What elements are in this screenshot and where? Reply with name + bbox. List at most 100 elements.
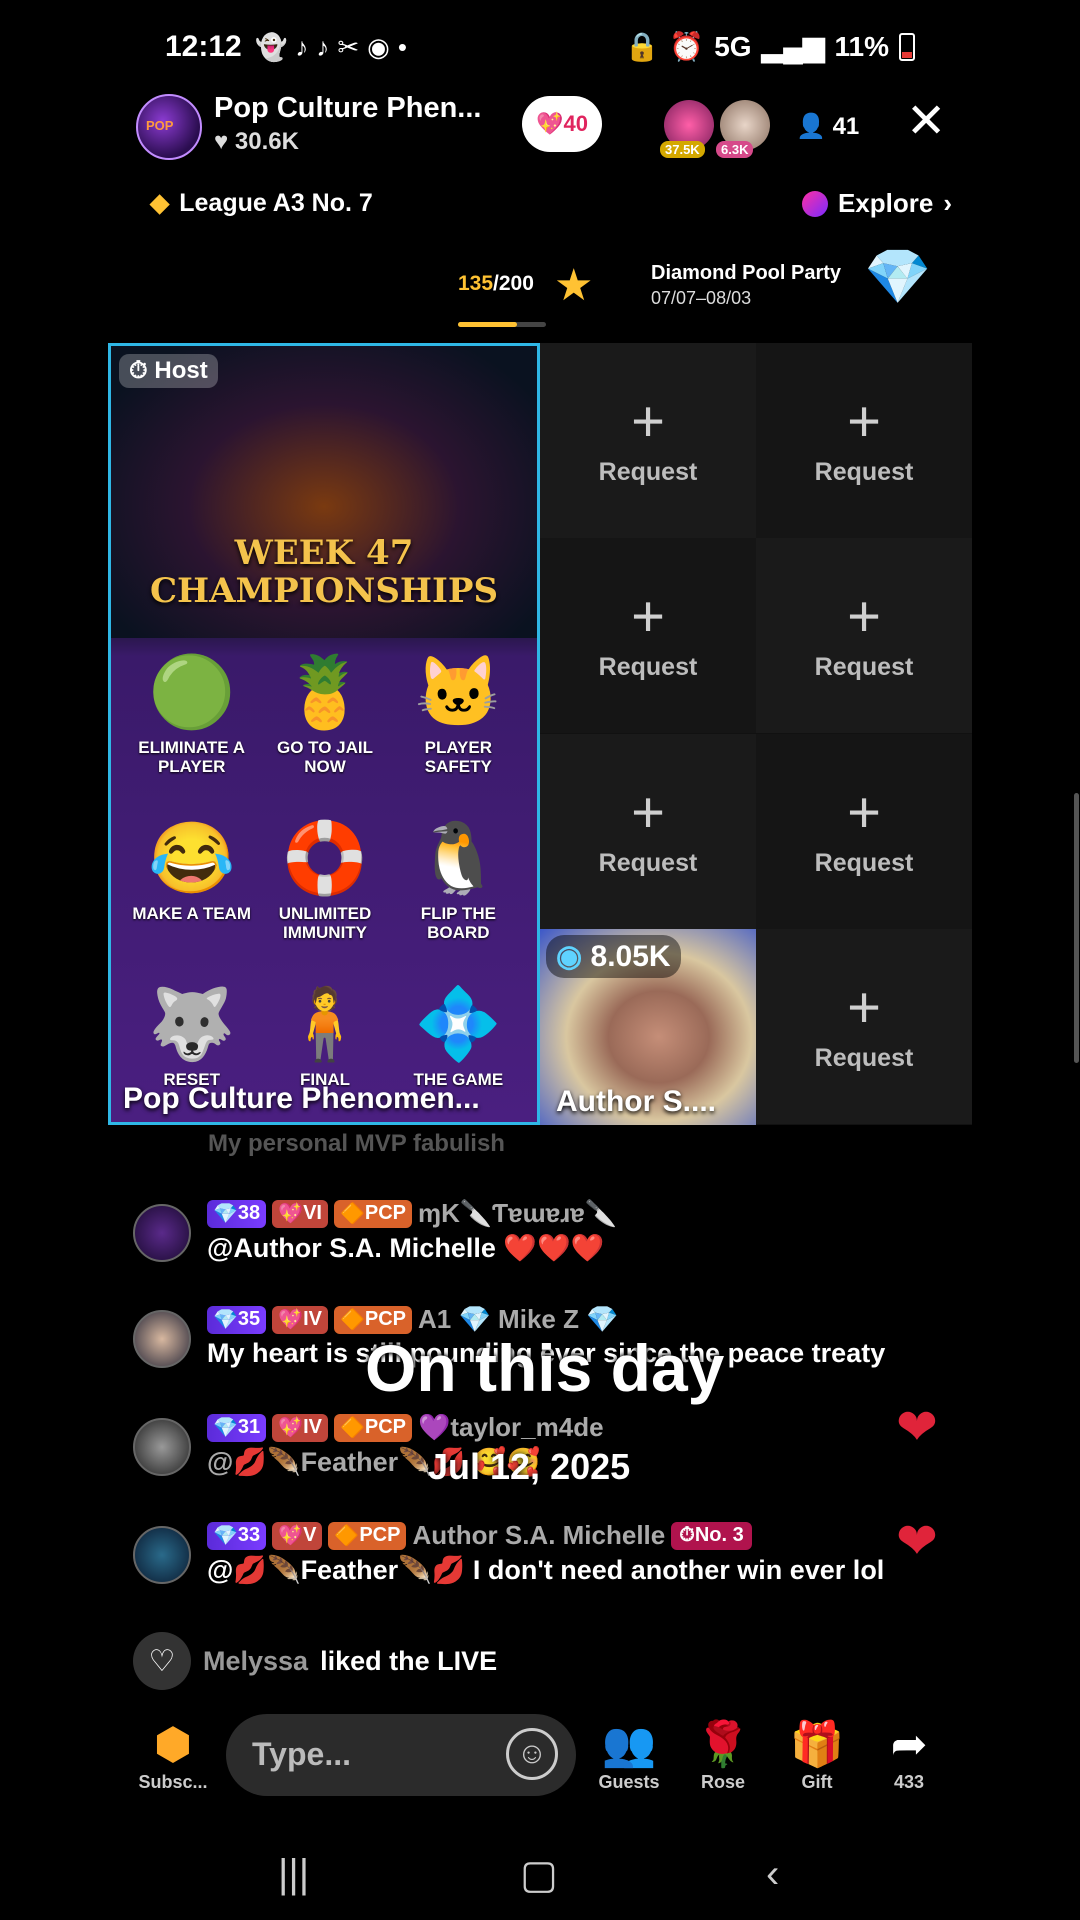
guest-tile[interactable]: ◉ 8.05K Author S.... (540, 929, 756, 1125)
request-label: Request (814, 1044, 914, 1072)
chat-avatar[interactable] (133, 1204, 191, 1262)
request-slot[interactable]: + Request (756, 343, 972, 538)
level-value: 38 (237, 1202, 261, 1224)
host-avatar[interactable]: POP (136, 94, 202, 160)
follow-button[interactable]: 💖 40 (522, 96, 602, 152)
progress-current: 135 (458, 272, 494, 295)
rank-badge: 💖 IV (272, 1413, 328, 1442)
share-count: 433 (893, 1772, 925, 1792)
request-label: Request (598, 849, 698, 877)
diamond-icon: ◆ (150, 189, 170, 217)
pineapple-icon: 🍍 (281, 653, 369, 731)
guests-button[interactable]: 👥 Guests (584, 1720, 674, 1793)
status-bar: 12:12 👻 ♪ ♪ ✂ ◉ • 🔒 ⏰ 5G ▂▄▆ 11% (0, 0, 1080, 96)
top-viewer-avatar[interactable]: 37.5K (660, 100, 714, 158)
comment-input[interactable]: Type... ☺ (226, 1714, 576, 1796)
goal-progress[interactable]: 135/200 (458, 272, 534, 296)
alarm-icon: ⏰ (669, 31, 705, 62)
chat-username[interactable]: ɱK🔪Ƭɐɯɐɹɐ🔪 (418, 1198, 617, 1229)
host-tile-name: Pop Culture Phenomen... (123, 1082, 480, 1115)
plus-icon: + (631, 780, 665, 845)
request-label: Request (598, 458, 698, 486)
level-badge: 💎 31 (207, 1413, 267, 1442)
emoji-icon[interactable]: ☺ (506, 1728, 558, 1780)
system-nav-bar: ||| ▢ ‹ (0, 1830, 1080, 1920)
plus-icon: + (847, 975, 881, 1040)
close-icon[interactable]: ✕ (906, 98, 946, 146)
host-tag-label: Host (154, 357, 208, 384)
battery-label: 11% (834, 30, 890, 62)
request-label: Request (814, 653, 914, 681)
explore-orb-icon (801, 190, 828, 217)
chat-badges: 💎 31 💖 IV 🔶 PCP 💜taylor_m4de (207, 1412, 604, 1443)
request-label: Request (814, 458, 914, 486)
subscribe-label: Subsc... (138, 1772, 208, 1792)
gift-button[interactable]: 🎁 Gift (772, 1720, 862, 1793)
memory-overlay-title: On this day (365, 1331, 725, 1405)
chat-avatar[interactable] (133, 1310, 191, 1368)
club-badge: 🔶 PCP (333, 1413, 412, 1442)
level-value: 33 (237, 1524, 261, 1546)
crystals-icon: 💠 (414, 985, 502, 1063)
subscribe-button[interactable]: ⬢ Subsc... (128, 1720, 218, 1793)
liked-text: liked the LIVE (320, 1645, 498, 1676)
request-slot[interactable]: + Request (756, 929, 972, 1124)
chat-username[interactable]: 💜taylor_m4de (418, 1412, 604, 1443)
grid-scrollbar[interactable] (1074, 793, 1079, 1063)
green-jelly-icon: 🟢 (148, 653, 236, 731)
request-slot[interactable]: + Request (756, 734, 972, 929)
top-viewer-avatar[interactable]: 6.3K (716, 100, 770, 158)
chat-username[interactable]: Author S.A. Michelle (412, 1520, 665, 1551)
club-badge: 🔶 PCP (333, 1199, 412, 1228)
plus-icon: + (847, 780, 881, 845)
laughing-faces-icon: 😂 (148, 819, 236, 897)
system-icons: 🔒 ⏰ 5G ▂▄▆ 11% (624, 30, 915, 63)
home-icon[interactable]: ▢ (520, 1852, 558, 1898)
request-slot[interactable]: + Request (540, 538, 756, 733)
explore-button[interactable]: Explore › (801, 188, 952, 219)
card-label: PLAYER SAFETY (424, 738, 493, 776)
league-badge[interactable]: ◆ League A3 No. 7 (150, 188, 373, 218)
back-icon[interactable]: ‹ (766, 1852, 779, 1897)
club-value: PCP (364, 1416, 406, 1438)
clock: 12:12 (165, 30, 242, 63)
progress-total: /200 (493, 272, 534, 295)
recent-apps-icon[interactable]: ||| (278, 1852, 309, 1897)
star-icon: ★ (554, 261, 594, 310)
rose-button[interactable]: 🌹 Rose (678, 1720, 768, 1793)
viewer-badge: 6.3K (716, 141, 754, 158)
event-title[interactable]: Diamond Pool Party (651, 262, 841, 285)
lock-icon: 🔒 (624, 31, 660, 62)
viewer-count[interactable]: 👤 41 (796, 112, 859, 141)
host-avatar-logo-icon: POP (146, 118, 174, 133)
host-name[interactable]: Pop Culture Phen... (214, 92, 481, 125)
chat-badges: 💎 38 💖 VI 🔶 PCP ɱK🔪Ƭɐɯɐɹɐ🔪 (207, 1198, 617, 1229)
power-cards: 🟢 ELIMINATE A PLAYER 🍍 GO TO JAIL NOW 🐱 PLA… (125, 646, 525, 1122)
subscriber-badge: ⏱ No. 3 (671, 1521, 752, 1550)
liked-username[interactable]: Melyssa (203, 1646, 308, 1677)
subscriber-rank: No. 3 (694, 1524, 744, 1546)
power-card: 🐱 PLAYER SAFETY (392, 646, 525, 802)
host-tile[interactable]: ⏱ Host WEEK 47 CHAMPIONSHIPS 🟢 ELIMINATE … (108, 343, 540, 1125)
notification-icons: 👻 ♪ ♪ ✂ ◉ • (255, 32, 407, 63)
level-value: 31 (237, 1416, 261, 1438)
chat-avatar[interactable] (133, 1418, 191, 1476)
plus-icon: + (847, 389, 881, 454)
rank-badge: 💖 VI (272, 1199, 328, 1228)
level-value: 35 (237, 1308, 261, 1330)
floating-heart-icon: ❤ (896, 1513, 938, 1569)
explore-label: Explore (837, 188, 934, 218)
share-button[interactable]: ➦ 433 (864, 1720, 954, 1793)
chat-avatar[interactable] (133, 1526, 191, 1584)
card-label: ELIMINATE A PLAYER (138, 738, 246, 776)
request-slot[interactable]: + Request (756, 538, 972, 733)
cat-chair-icon: 🐱 (414, 653, 502, 731)
viewer-count-value: 41 (832, 113, 860, 140)
chat-badges: 💎 33 💖 V 🔶 PCP Author S.A. Michelle ⏱ No… (207, 1520, 752, 1551)
card-label: GO TO JAIL NOW (276, 738, 374, 776)
request-slot[interactable]: + Request (540, 343, 756, 538)
diamond-palm-icon[interactable]: 💎 (864, 246, 931, 309)
like-heart-icon[interactable]: ♡ (133, 1632, 191, 1690)
request-slot[interactable]: + Request (540, 734, 756, 929)
penguin-icon: 🐧 (414, 819, 502, 897)
